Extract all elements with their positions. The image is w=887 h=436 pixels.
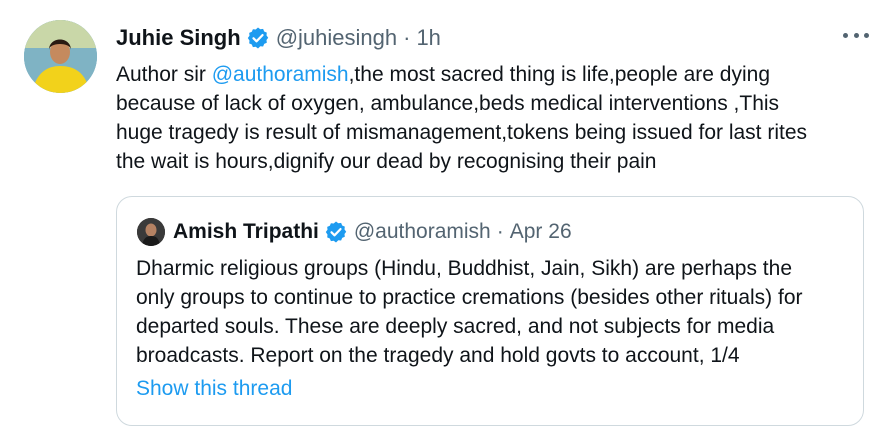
text-fragment: ,the most sacred thing is life,people ar… [348,63,770,86]
tweet-text: Author sir @authoramish,the most sacred … [116,60,876,176]
tweet-text-line: the wait is hours,dignify our dead by re… [116,150,657,173]
quoted-text-line: Dharmic religious groups (Hindu, Buddhis… [136,257,792,280]
quoted-text-line: broadcasts. Report on the tragedy and ho… [136,344,740,367]
quoted-tweet-text: Dharmic religious groups (Hindu, Buddhis… [136,254,856,370]
tweet-text-line: because of lack of oxygen, ambulance,bed… [116,92,780,115]
quoted-author-name: Amish Tripathi [173,220,319,243]
text-fragment: Author sir [116,63,212,86]
quoted-text-line: only groups to continue to practice crem… [136,286,803,309]
separator-dot: · [496,220,504,243]
author-handle[interactable]: @juhiesingh [276,25,397,51]
more-dots-icon[interactable] [843,28,869,42]
dot [853,32,859,38]
timestamp[interactable]: 1h [416,25,440,51]
quoted-author-handle: @authoramish [353,220,491,243]
dot [843,32,848,38]
avatar-image [24,20,97,93]
verified-badge-icon [246,26,270,50]
quoted-tweet[interactable]: Amish Tripathi @authoramish · Apr 26 Dha… [116,196,864,426]
tweet-text-line: Author sir @authoramish,the most sacred … [116,60,876,89]
tweet-card[interactable]: Juhie Singh @juhiesingh · 1h Author sir … [0,0,887,436]
show-thread-link[interactable]: Show this thread [136,377,292,401]
mention-link[interactable]: @authoramish [212,63,349,86]
quoted-text-line: departed souls. These are deeply sacred,… [136,315,775,338]
dot [864,32,869,38]
separator-dot: · [403,25,411,50]
quoted-tweet-header: Amish Tripathi @authoramish · Apr 26 [137,217,572,247]
avatar[interactable] [24,20,97,93]
tweet-header: Juhie Singh @juhiesingh · 1h [116,22,441,54]
verified-badge-icon [324,220,348,244]
quoted-date: Apr 26 [509,220,572,243]
quoted-avatar [137,218,165,246]
tweet-text-line: huge tragedy is result of mismanagement,… [116,121,808,144]
author-name[interactable]: Juhie Singh [116,25,241,51]
